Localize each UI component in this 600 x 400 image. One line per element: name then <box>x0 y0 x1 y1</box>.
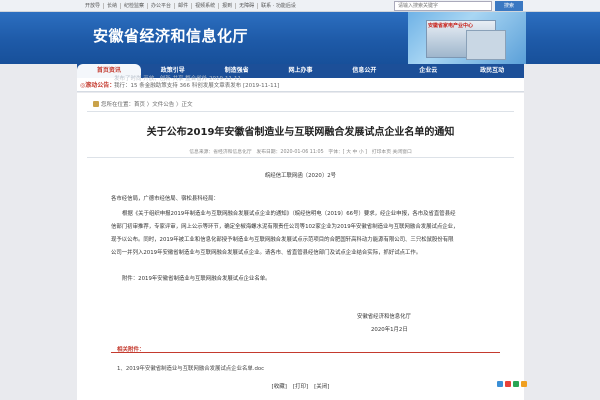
issue-date: 2020年1月2日 <box>371 327 408 333</box>
top-utility-bar: 开放导 长纳 纪检监察 办公平台 邮件 视频系统 报到 无障碍 联系 · 功能后… <box>0 0 600 12</box>
share-icon[interactable] <box>513 381 519 387</box>
top-link[interactable]: 办公平台 <box>148 3 176 9</box>
attachment-link[interactable]: 1、2019年安徽省制造业与互联网融合发展试点企业名单.doc <box>117 364 264 372</box>
banner-building-image: 安徽省家电产业中心 <box>408 12 526 64</box>
body-line: 信部门初审推荐，专家评审，网上公示等环节，确定全椒海螺水泥有限责任公司等102家… <box>111 224 459 230</box>
print-button[interactable]: [打印] <box>293 384 308 390</box>
building-sign: 安徽省家电产业中心 <box>428 23 474 29</box>
document-number: 皖经信工联网函〔2020〕2号 <box>264 173 337 179</box>
body-line: 公司一并列入2019年安徽省制造业与互联网融合发展试点企业。请各市、省直管县经信… <box>111 250 422 256</box>
top-link[interactable]: 纪检监察 <box>121 3 149 9</box>
signature: 安徽省经济和信息化厅 <box>357 314 411 320</box>
home-icon <box>93 101 99 107</box>
top-link[interactable]: 视频系统 <box>192 3 220 9</box>
article-panel: 您所在位置：首页 〉文件公告 〉正文 关于公布2019年安徽省制造业与互联网融合… <box>77 93 527 400</box>
share-icon[interactable] <box>497 381 503 387</box>
share-icon[interactable] <box>505 381 511 387</box>
breadcrumb-item-current: 正文 <box>181 102 193 108</box>
attachment-note: 附件：2019年安徽省制造业与互联网融合发展试点企业名单。 <box>122 276 271 282</box>
footer-actions: [收藏] [打印] [关闭] <box>77 382 524 390</box>
body-line: 现予以公布。同时，2019年被工业和信息化部授予制造业与互联网融合发展试点示范项… <box>111 237 454 243</box>
breadcrumb-item-notices[interactable]: 文件公告 <box>152 102 174 108</box>
body-line: 根据《关于组织申报2019年制造业与互联网融合发展试点企业的通知》（皖经信明电〔… <box>122 211 456 217</box>
top-link[interactable]: 长纳 <box>104 3 122 9</box>
nav-item-interaction[interactable]: 政民互动 <box>460 64 524 78</box>
breadcrumb-item-home[interactable]: 首页 <box>134 102 145 108</box>
building-shape <box>466 30 506 60</box>
attachments-divider <box>111 352 500 353</box>
top-link[interactable]: 邮件 <box>175 3 193 9</box>
notice-label: ◎滚动公告： <box>80 82 116 89</box>
search-button[interactable]: 搜索 <box>495 1 523 11</box>
article-meta: 信息来源：省经济和信息化厅 发布日期：2020-01-06 11:05 字体：[… <box>189 150 412 155</box>
divider <box>87 157 514 158</box>
nav-item-online-service[interactable]: 网上办事 <box>269 64 333 78</box>
article-title: 关于公布2019年安徽省制造业与互联网融合发展试点企业名单的通知 <box>146 127 455 138</box>
top-link[interactable]: 无障碍 <box>236 3 259 9</box>
top-link[interactable]: 报到 <box>219 3 237 9</box>
top-links: 开放导 长纳 纪检监察 办公平台 邮件 视频系统 报到 无障碍 联系 · 功能后… <box>82 0 299 12</box>
search-input[interactable]: 请输入搜索关键字 <box>394 1 492 11</box>
scrolling-notice: 发布了时尚·开放、创新·共享 整合省外 2019-11-11 ◎滚动公告： 我行… <box>77 76 524 92</box>
breadcrumb: 您所在位置：首页 〉文件公告 〉正文 <box>93 100 193 108</box>
breadcrumb-prefix: 您所在位置： <box>101 102 135 108</box>
favorite-button[interactable]: [收藏] <box>272 384 287 390</box>
share-icons <box>497 381 527 387</box>
divider <box>87 111 514 112</box>
share-icon[interactable] <box>521 381 527 387</box>
top-link[interactable]: 开放导 <box>82 3 105 9</box>
recipients: 各市经信局，广德市经信局、宿松县科经局： <box>111 196 219 202</box>
close-button[interactable]: [关闭] <box>314 384 329 390</box>
nav-item-enterprise-cloud[interactable]: 企业云 <box>396 64 460 78</box>
top-link[interactable]: 联系 · 功能后设 <box>258 3 299 9</box>
notice-item-link[interactable]: 我行：15 条金融助策支持 366 科创发展文章表发布 [2019-11-11] <box>114 81 279 89</box>
site-title[interactable]: 安徽省经济和信息化厅 <box>93 25 248 46</box>
nav-item-info-disclosure[interactable]: 信息公开 <box>332 64 396 78</box>
breadcrumb-separator: 〉 <box>174 102 182 108</box>
